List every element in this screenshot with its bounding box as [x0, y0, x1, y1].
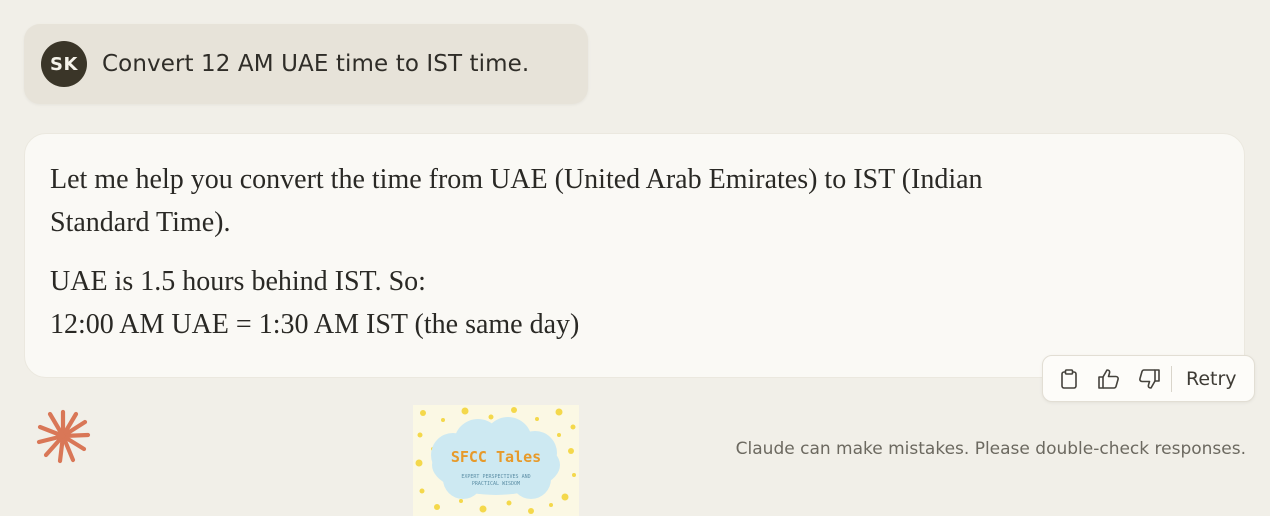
assistant-paragraph: UAE is 1.5 hours behind IST. So: 12:00 A…	[50, 260, 1219, 346]
retry-button[interactable]: Retry	[1178, 368, 1245, 390]
copy-button[interactable]	[1049, 357, 1089, 401]
assistant-paragraph: Let me help you convert the time from UA…	[50, 164, 983, 238]
assistant-message: Let me help you convert the time from UA…	[24, 133, 1245, 378]
assistant-line: UAE is 1.5 hours behind IST. So:	[50, 266, 426, 297]
sticker-subtitle: PRACTICAL WISDOM	[472, 481, 520, 487]
disclaimer-text: Claude can make mistakes. Please double-…	[735, 439, 1246, 459]
assistant-line: 12:00 AM UAE = 1:30 AM IST (the same day…	[50, 309, 580, 340]
thumbs-down-icon	[1139, 368, 1160, 389]
sticker-art: SFCC Tales EXPERT PERSPECTIVES AND PRACT…	[415, 407, 576, 514]
user-message: SK Convert 12 AM UAE time to IST time.	[24, 24, 588, 104]
claude-logo-icon	[36, 409, 91, 464]
divider	[1171, 365, 1172, 392]
thumbs-up-button[interactable]	[1089, 357, 1129, 401]
sfcc-tales-sticker: SFCC Tales EXPERT PERSPECTIVES AND PRACT…	[413, 405, 579, 516]
sticker-title: SFCC Tales	[451, 448, 541, 466]
avatar: SK	[41, 41, 87, 87]
thumbs-up-icon	[1098, 368, 1119, 389]
thumbs-down-button[interactable]	[1129, 357, 1169, 401]
user-message-text: Convert 12 AM UAE time to IST time.	[102, 51, 530, 77]
clipboard-icon	[1061, 368, 1077, 389]
message-actions: Retry	[1042, 355, 1255, 402]
sticker-subtitle: EXPERT PERSPECTIVES AND	[461, 474, 530, 480]
